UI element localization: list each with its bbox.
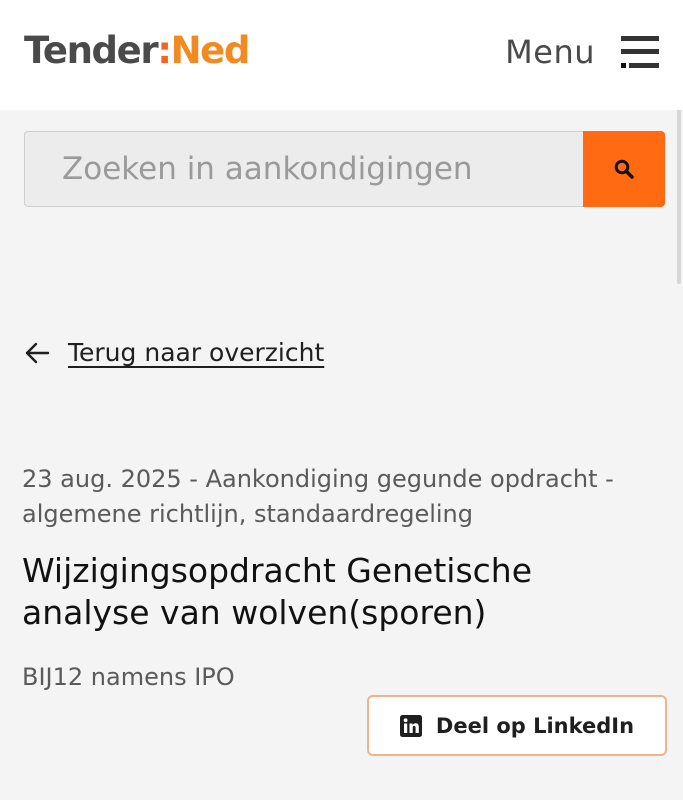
menu-label: Menu (505, 33, 595, 71)
tenderned-logo[interactable]: Tender:Ned (24, 27, 251, 75)
search-input[interactable] (24, 131, 583, 207)
logo-text-ned: Ned (170, 29, 251, 72)
search-form (24, 131, 665, 209)
contracting-organization: BIJ12 namens IPO (22, 663, 235, 691)
site-header: Tender:Ned Menu (0, 0, 683, 110)
linkedin-icon (399, 714, 422, 737)
logo-colon: : (157, 29, 172, 72)
back-link-label: Terug naar overzicht (68, 338, 325, 367)
back-to-overview-link[interactable]: Terug naar overzicht (24, 338, 324, 367)
hamburger-icon (621, 34, 659, 70)
search-icon (614, 159, 634, 179)
notice-meta: 23 aug. 2025 - Aankondiging gegunde opdr… (22, 465, 614, 528)
arrow-left-icon (25, 342, 50, 363)
search-button[interactable] (583, 131, 665, 207)
page-title: Wijzigingsopdracht Genetische analyse va… (22, 551, 533, 632)
share-linkedin-label: Deel op LinkedIn (435, 713, 635, 738)
logo-text-tender: Tender (24, 29, 159, 72)
share-linkedin-button[interactable]: Deel op LinkedIn (367, 695, 667, 756)
menu-button[interactable]: Menu (505, 30, 659, 74)
